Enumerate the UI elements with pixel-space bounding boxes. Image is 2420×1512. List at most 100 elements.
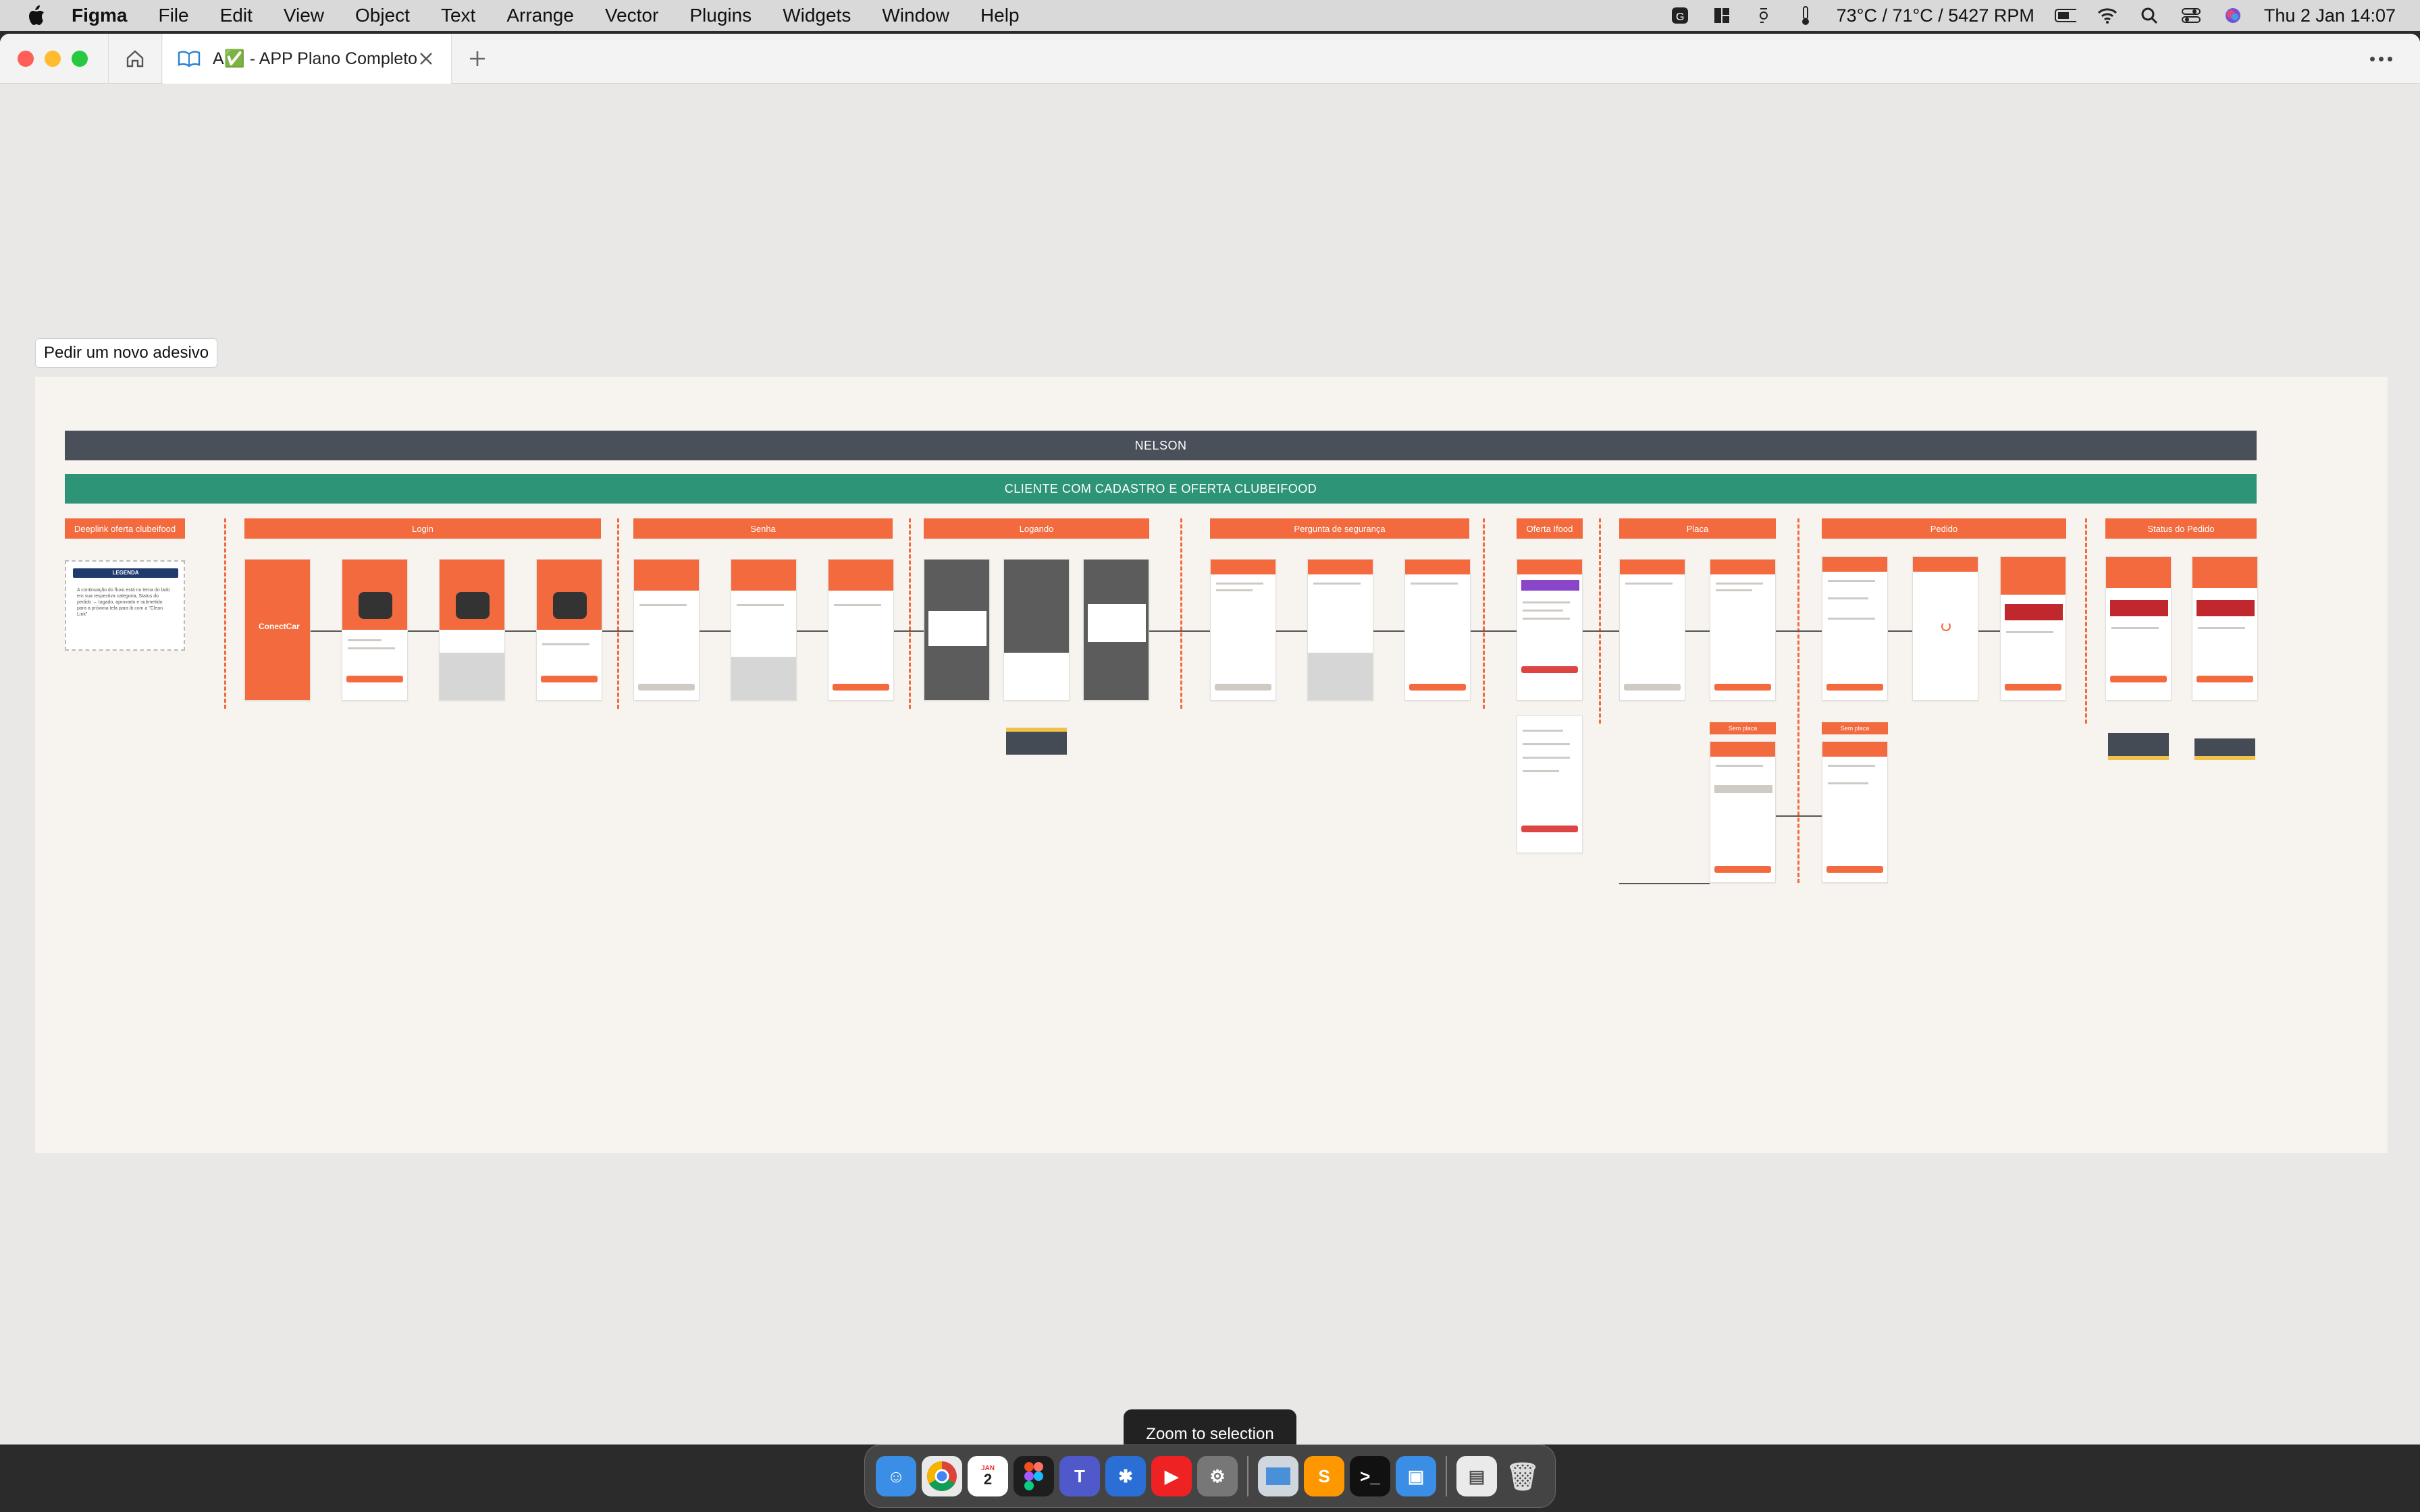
close-tab-icon[interactable] (416, 49, 436, 69)
annotation-note[interactable] (1006, 728, 1067, 755)
trash-icon[interactable]: 🗑 (1502, 1456, 1543, 1496)
menu-plugins[interactable]: Plugins (689, 5, 752, 26)
section-label[interactable]: Pedir um novo adesivo (35, 338, 218, 368)
home-button[interactable] (108, 34, 162, 84)
screen-pedido-4[interactable] (1822, 741, 1888, 883)
grammarly-icon[interactable]: G (1669, 5, 1691, 26)
screen-status-1[interactable] (2105, 556, 2172, 701)
column-header-pedido: Pedido (1822, 518, 2066, 539)
screen-pedido-loading[interactable] (1912, 556, 1978, 701)
screen-logando-3[interactable] (1083, 559, 1149, 701)
finder-app-icon[interactable]: ☺ (876, 1456, 916, 1496)
sublime-app-icon[interactable]: S (1304, 1456, 1344, 1496)
figma-canvas[interactable]: Pedir um novo adesivo NELSON CLIENTE COM… (0, 84, 2420, 1444)
screen-pergunta-2[interactable] (1307, 559, 1373, 701)
column-header-senha: Senha (633, 518, 893, 539)
screen-status-2[interactable] (2192, 556, 2258, 701)
close-window-button[interactable] (18, 51, 34, 67)
menu-view[interactable]: View (284, 5, 324, 26)
screen-oferta-1[interactable] (1517, 559, 1583, 701)
legend-card[interactable]: LEGENDA A continuação do fluxo está no t… (65, 560, 185, 651)
maximize-window-button[interactable] (72, 51, 88, 67)
window-layout-icon[interactable] (1711, 5, 1733, 26)
control-center-icon[interactable] (2180, 5, 2202, 26)
tab-title: A✅ - APP Plano Completo (213, 49, 418, 68)
terminal-app-icon[interactable]: >_ (1350, 1456, 1390, 1496)
new-tab-icon[interactable] (466, 47, 489, 70)
apple-icon[interactable] (26, 2, 49, 29)
wifi-icon[interactable] (2097, 5, 2118, 26)
more-options-button[interactable] (2370, 50, 2397, 68)
clock-datetime[interactable]: Thu 2 Jan 14:07 (2264, 5, 2396, 26)
preview-app-icon[interactable] (1258, 1456, 1298, 1496)
flow-connector (1373, 630, 1404, 632)
dock-separator (1247, 1456, 1248, 1496)
figma-app-icon[interactable] (1014, 1456, 1054, 1496)
annotation-note[interactable] (2194, 738, 2255, 760)
documents-folder-icon[interactable]: ▤ (1456, 1456, 1497, 1496)
menu-help[interactable]: Help (980, 5, 1020, 26)
screen-placa-2[interactable] (1710, 559, 1776, 701)
home-icon (126, 50, 144, 68)
calendar-app-icon[interactable]: JAN 2 (968, 1456, 1008, 1496)
teams-app-icon[interactable]: T (1059, 1456, 1100, 1496)
screen-login-1[interactable] (342, 559, 408, 701)
menu-app-name[interactable]: Figma (72, 5, 127, 26)
screen-logando-1[interactable] (924, 559, 990, 701)
screen-senha-1[interactable] (633, 559, 700, 701)
flow-connector (700, 630, 731, 632)
menu-vector[interactable]: Vector (605, 5, 658, 26)
column-separator (617, 518, 619, 709)
menu-object[interactable]: Object (355, 5, 410, 26)
flow-connector (797, 630, 828, 632)
flow-connector (1776, 630, 1822, 632)
menu-widgets[interactable]: Widgets (783, 5, 851, 26)
menu-file[interactable]: File (158, 5, 188, 26)
svg-text:G: G (1676, 11, 1684, 23)
system-settings-app-icon[interactable]: ⚙ (1197, 1456, 1238, 1496)
finder-window-app-icon[interactable]: ▣ (1396, 1456, 1436, 1496)
siri-icon[interactable] (2222, 5, 2244, 26)
screen-pergunta-1[interactable] (1210, 559, 1276, 701)
screen-login-2[interactable] (439, 559, 505, 701)
menu-text[interactable]: Text (441, 5, 475, 26)
column-separator (224, 518, 226, 709)
flow-connector (894, 630, 924, 632)
screen-senha-2[interactable] (731, 559, 797, 701)
screen-pedido-3[interactable] (2000, 556, 2066, 701)
search-icon[interactable] (2138, 5, 2160, 26)
menu-arrange[interactable]: Arrange (506, 5, 574, 26)
screen-login-3[interactable] (536, 559, 602, 701)
column-separator (909, 518, 911, 709)
screen-logando-2[interactable] (1003, 559, 1070, 701)
chrome-app-icon[interactable] (922, 1456, 962, 1496)
figma-window: A✅ - APP Plano Completo Pedir um novo ad… (0, 34, 2420, 1444)
temperature-status[interactable]: 73°C / 71°C / 5427 RPM (1837, 5, 2034, 26)
screen-senha-3[interactable] (828, 559, 894, 701)
sub-header-sem-placa: Sem placa (1710, 722, 1776, 734)
column-header-deeplink: Deeplink oferta clubeifood (65, 518, 185, 539)
battery-icon[interactable] (2054, 5, 2076, 26)
media-player-app-icon[interactable]: ▶ (1151, 1456, 1192, 1496)
column-separator (2085, 518, 2087, 724)
flow-section[interactable]: NELSON CLIENTE COM CADASTRO E OFERTA CLU… (35, 377, 2388, 1153)
screen-placa-1[interactable] (1619, 559, 1685, 701)
column-separator (1483, 518, 1485, 709)
tab-document[interactable]: A✅ - APP Plano Completo (163, 34, 452, 84)
annotation-note[interactable] (2108, 733, 2169, 760)
screen-oferta-2[interactable] (1517, 716, 1583, 853)
figma-menubar-icon[interactable] (1753, 5, 1774, 26)
menu-edit[interactable]: Edit (220, 5, 253, 26)
flow-connector (1685, 630, 1710, 632)
thermometer-icon (1795, 5, 1816, 26)
flow-connector (505, 630, 536, 632)
screen-pedido-1[interactable] (1822, 556, 1888, 701)
zoom-to-selection-toast[interactable]: Zoom to selection (1124, 1409, 1296, 1444)
screen-placa-3[interactable] (1710, 741, 1776, 883)
screen-splash[interactable]: ConectCar (244, 559, 311, 701)
network-app-icon[interactable]: ✱ (1105, 1456, 1146, 1496)
minimize-window-button[interactable] (45, 51, 61, 67)
screen-pergunta-3[interactable] (1404, 559, 1471, 701)
menu-window[interactable]: Window (882, 5, 949, 26)
flow-connector (1888, 630, 1912, 632)
